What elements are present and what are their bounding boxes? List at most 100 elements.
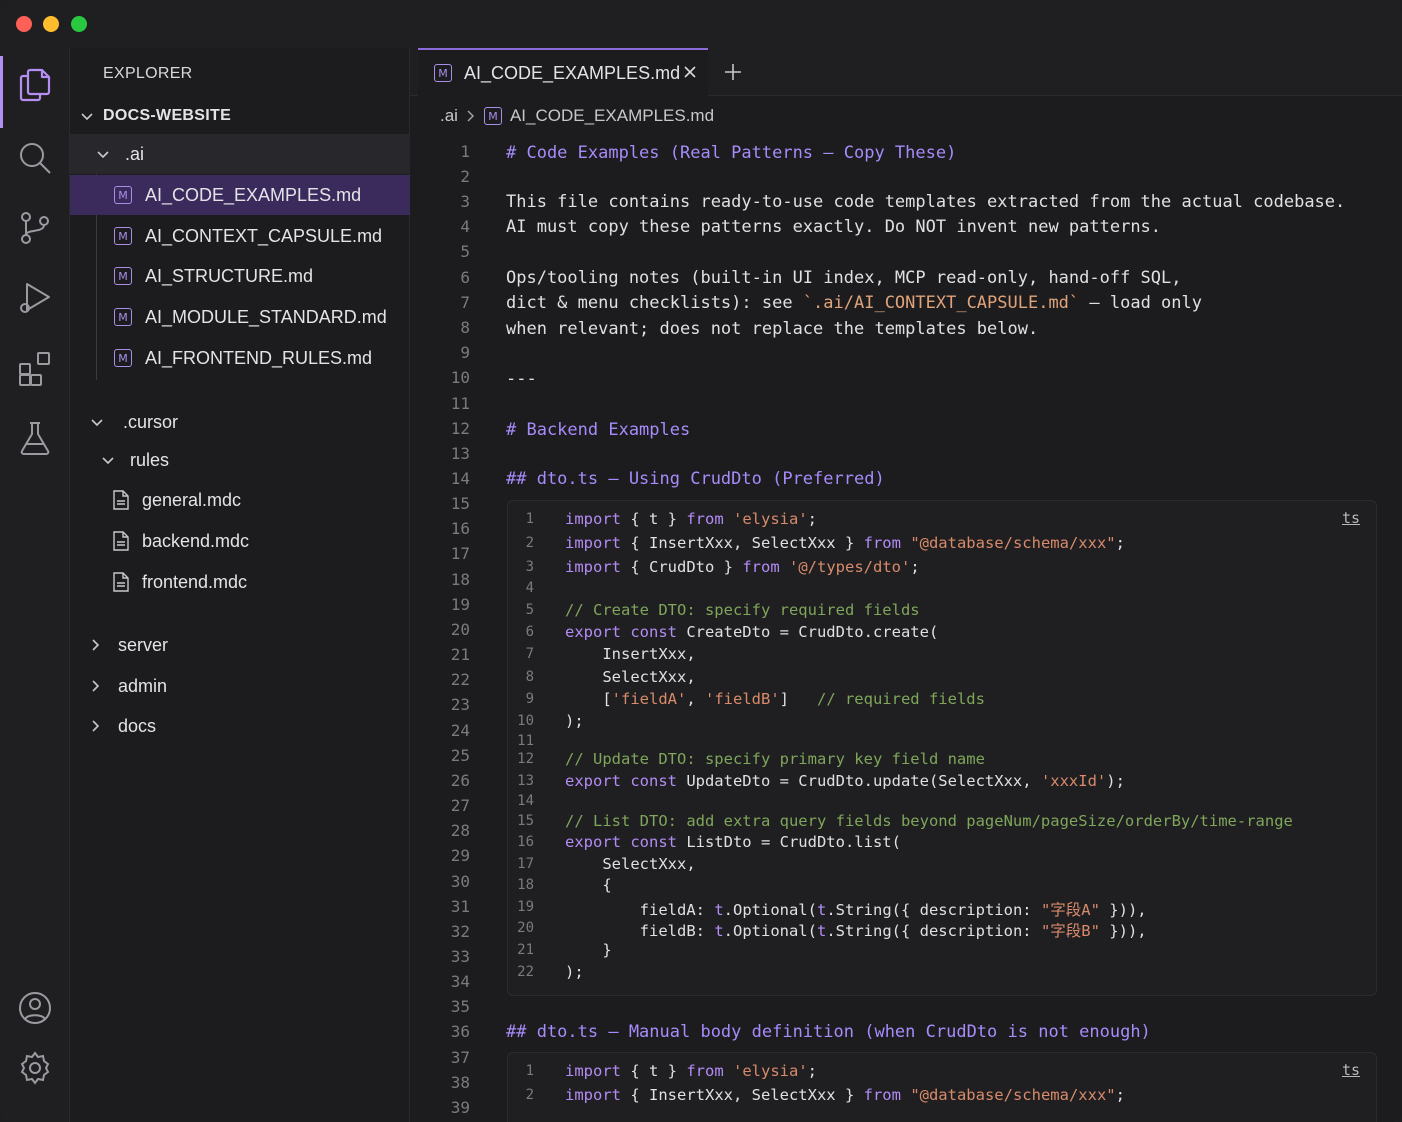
code-line-36: ## dto.ts — Manual body definition (when… — [506, 1022, 1151, 1042]
app-window: EXPLORER DOCS-WEBSITE .ai M AI_CODE_EXAM… — [0, 0, 1402, 1122]
file-icon — [113, 572, 129, 592]
line-number: 30 — [450, 872, 470, 891]
activity-bar — [0, 48, 70, 1122]
tree-folder-cursor[interactable]: .cursor — [70, 402, 410, 442]
line-number: 7 — [460, 293, 470, 312]
tree-file-ai-structure[interactable]: M AI_STRUCTURE.md — [70, 256, 410, 296]
tree-file-ai-code-examples[interactable]: M AI_CODE_EXAMPLES.md — [70, 175, 410, 215]
code-line-12: # Backend Examples — [506, 420, 691, 440]
line-number: 9 — [460, 343, 470, 362]
tab-bar: M AI_CODE_EXAMPLES.md — [410, 48, 1402, 96]
folder-label: rules — [130, 449, 170, 470]
line-number: 6 — [460, 268, 470, 287]
testing-button[interactable] — [0, 410, 70, 466]
chevron-down-icon — [102, 457, 114, 465]
tree-file-general-mdc[interactable]: general.mdc — [70, 480, 410, 520]
chevron-right-icon — [92, 680, 100, 692]
minimize-window-button[interactable] — [43, 16, 59, 32]
line-number: 27 — [450, 796, 470, 815]
line-number: 19 — [450, 595, 470, 614]
tree-folder-server[interactable]: server — [70, 625, 410, 665]
run-debug-icon — [20, 283, 50, 313]
source-control-button[interactable] — [0, 200, 70, 256]
tab-ai-code-examples[interactable]: M AI_CODE_EXAMPLES.md — [418, 48, 708, 96]
settings-button[interactable] — [0, 1040, 70, 1096]
tree-folder-ai[interactable]: .ai — [70, 134, 410, 174]
code-block-dto-manual: ts 1 import { t } from 'elysia'; 2 import … — [507, 1052, 1377, 1122]
line-number: 36 — [450, 1022, 470, 1041]
folder-label: admin — [118, 675, 168, 696]
line-number: 10 — [450, 368, 470, 387]
line-number: 23 — [450, 695, 470, 714]
folder-label: .ai — [125, 143, 145, 164]
line-number: 12 — [450, 419, 470, 438]
source-control-icon — [21, 212, 49, 244]
line-number: 17 — [450, 544, 470, 563]
markdown-file-icon: M — [114, 349, 132, 367]
account-button[interactable] — [0, 980, 70, 1036]
search-button[interactable] — [0, 130, 70, 186]
editor-area: M AI_CODE_EXAMPLES.md .ai M AI_CODE_EXAM… — [410, 48, 1402, 1122]
search-icon — [20, 143, 51, 174]
code-line-8: when relevant; does not replace the temp… — [506, 319, 1039, 339]
line-number: 35 — [450, 997, 470, 1016]
run-debug-button[interactable] — [0, 270, 70, 326]
tree-folder-admin[interactable]: admin — [70, 666, 410, 706]
file-label: general.mdc — [142, 489, 242, 510]
breadcrumb-folder[interactable]: .ai — [440, 106, 458, 126]
tree-file-frontend-mdc[interactable]: frontend.mdc — [70, 562, 410, 602]
line-number: 33 — [450, 947, 470, 966]
account-icon — [19, 992, 51, 1024]
file-label: frontend.mdc — [142, 571, 248, 592]
file-label: AI_MODULE_STANDARD.md — [145, 306, 387, 327]
line-number: 28 — [450, 821, 470, 840]
line-number: 13 — [450, 444, 470, 463]
new-tab-plus-icon[interactable] — [723, 62, 743, 82]
markdown-file-icon: M — [114, 186, 132, 204]
line-number: 39 — [450, 1098, 470, 1117]
code-line-14: ## dto.ts — Using CrudDto (Preferred) — [506, 469, 885, 489]
file-label: AI_FRONTEND_RULES.md — [145, 347, 373, 368]
close-window-button[interactable] — [16, 16, 32, 32]
chevron-down-icon — [97, 151, 109, 159]
tree-folder-docs[interactable]: docs — [70, 706, 410, 746]
breadcrumb-file[interactable]: AI_CODE_EXAMPLES.md — [510, 106, 714, 126]
markdown-file-icon: M — [114, 267, 132, 285]
gear-icon — [20, 1051, 50, 1085]
line-number: 34 — [450, 972, 470, 991]
tree-file-ai-module-standard[interactable]: M AI_MODULE_STANDARD.md — [70, 297, 410, 337]
line-number: 26 — [450, 771, 470, 790]
file-label: backend.mdc — [142, 530, 250, 551]
explorer-button[interactable] — [0, 56, 70, 128]
chevron-right-icon — [92, 720, 100, 732]
file-icon — [113, 490, 129, 510]
line-number: 16 — [450, 519, 470, 538]
workspace-name: DOCS-WEBSITE — [103, 107, 232, 124]
tree-file-ai-context-capsule[interactable]: M AI_CONTEXT_CAPSULE.md — [70, 216, 410, 256]
line-number: 18 — [450, 570, 470, 589]
code-line-3: This file contains ready-to-use code tem… — [506, 192, 1346, 212]
close-icon[interactable] — [682, 64, 698, 80]
testing-icon — [20, 422, 50, 455]
workspace-section-header[interactable]: DOCS-WEBSITE — [70, 96, 410, 136]
line-number: 1 — [460, 142, 470, 161]
line-number: 11 — [450, 394, 470, 413]
line-number: 25 — [450, 746, 470, 765]
line-number: 14 — [450, 469, 470, 488]
chevron-right-icon — [92, 639, 100, 651]
code-line-6: Ops/tooling notes (built-in UI index, MC… — [506, 268, 1182, 288]
folder-label: .cursor — [123, 411, 179, 432]
code-block-dto-crud: ts 1 import { t } from 'elysia'; 2 import … — [507, 500, 1377, 996]
line-number: 31 — [450, 897, 470, 916]
explorer-sidebar: EXPLORER DOCS-WEBSITE .ai M AI_CODE_EXAM… — [70, 48, 410, 1122]
tree-file-backend-mdc[interactable]: backend.mdc — [70, 521, 410, 561]
tree-file-ai-frontend-rules[interactable]: M AI_FRONTEND_RULES.md — [70, 338, 410, 378]
extensions-button[interactable] — [0, 340, 70, 396]
line-number: 32 — [450, 922, 470, 941]
tree-folder-rules[interactable]: rules — [70, 440, 410, 480]
folder-label: docs — [118, 715, 157, 736]
chevron-right-icon — [467, 110, 475, 122]
line-number: 21 — [450, 645, 470, 664]
zoom-window-button[interactable] — [71, 16, 87, 32]
extensions-icon — [19, 352, 50, 386]
